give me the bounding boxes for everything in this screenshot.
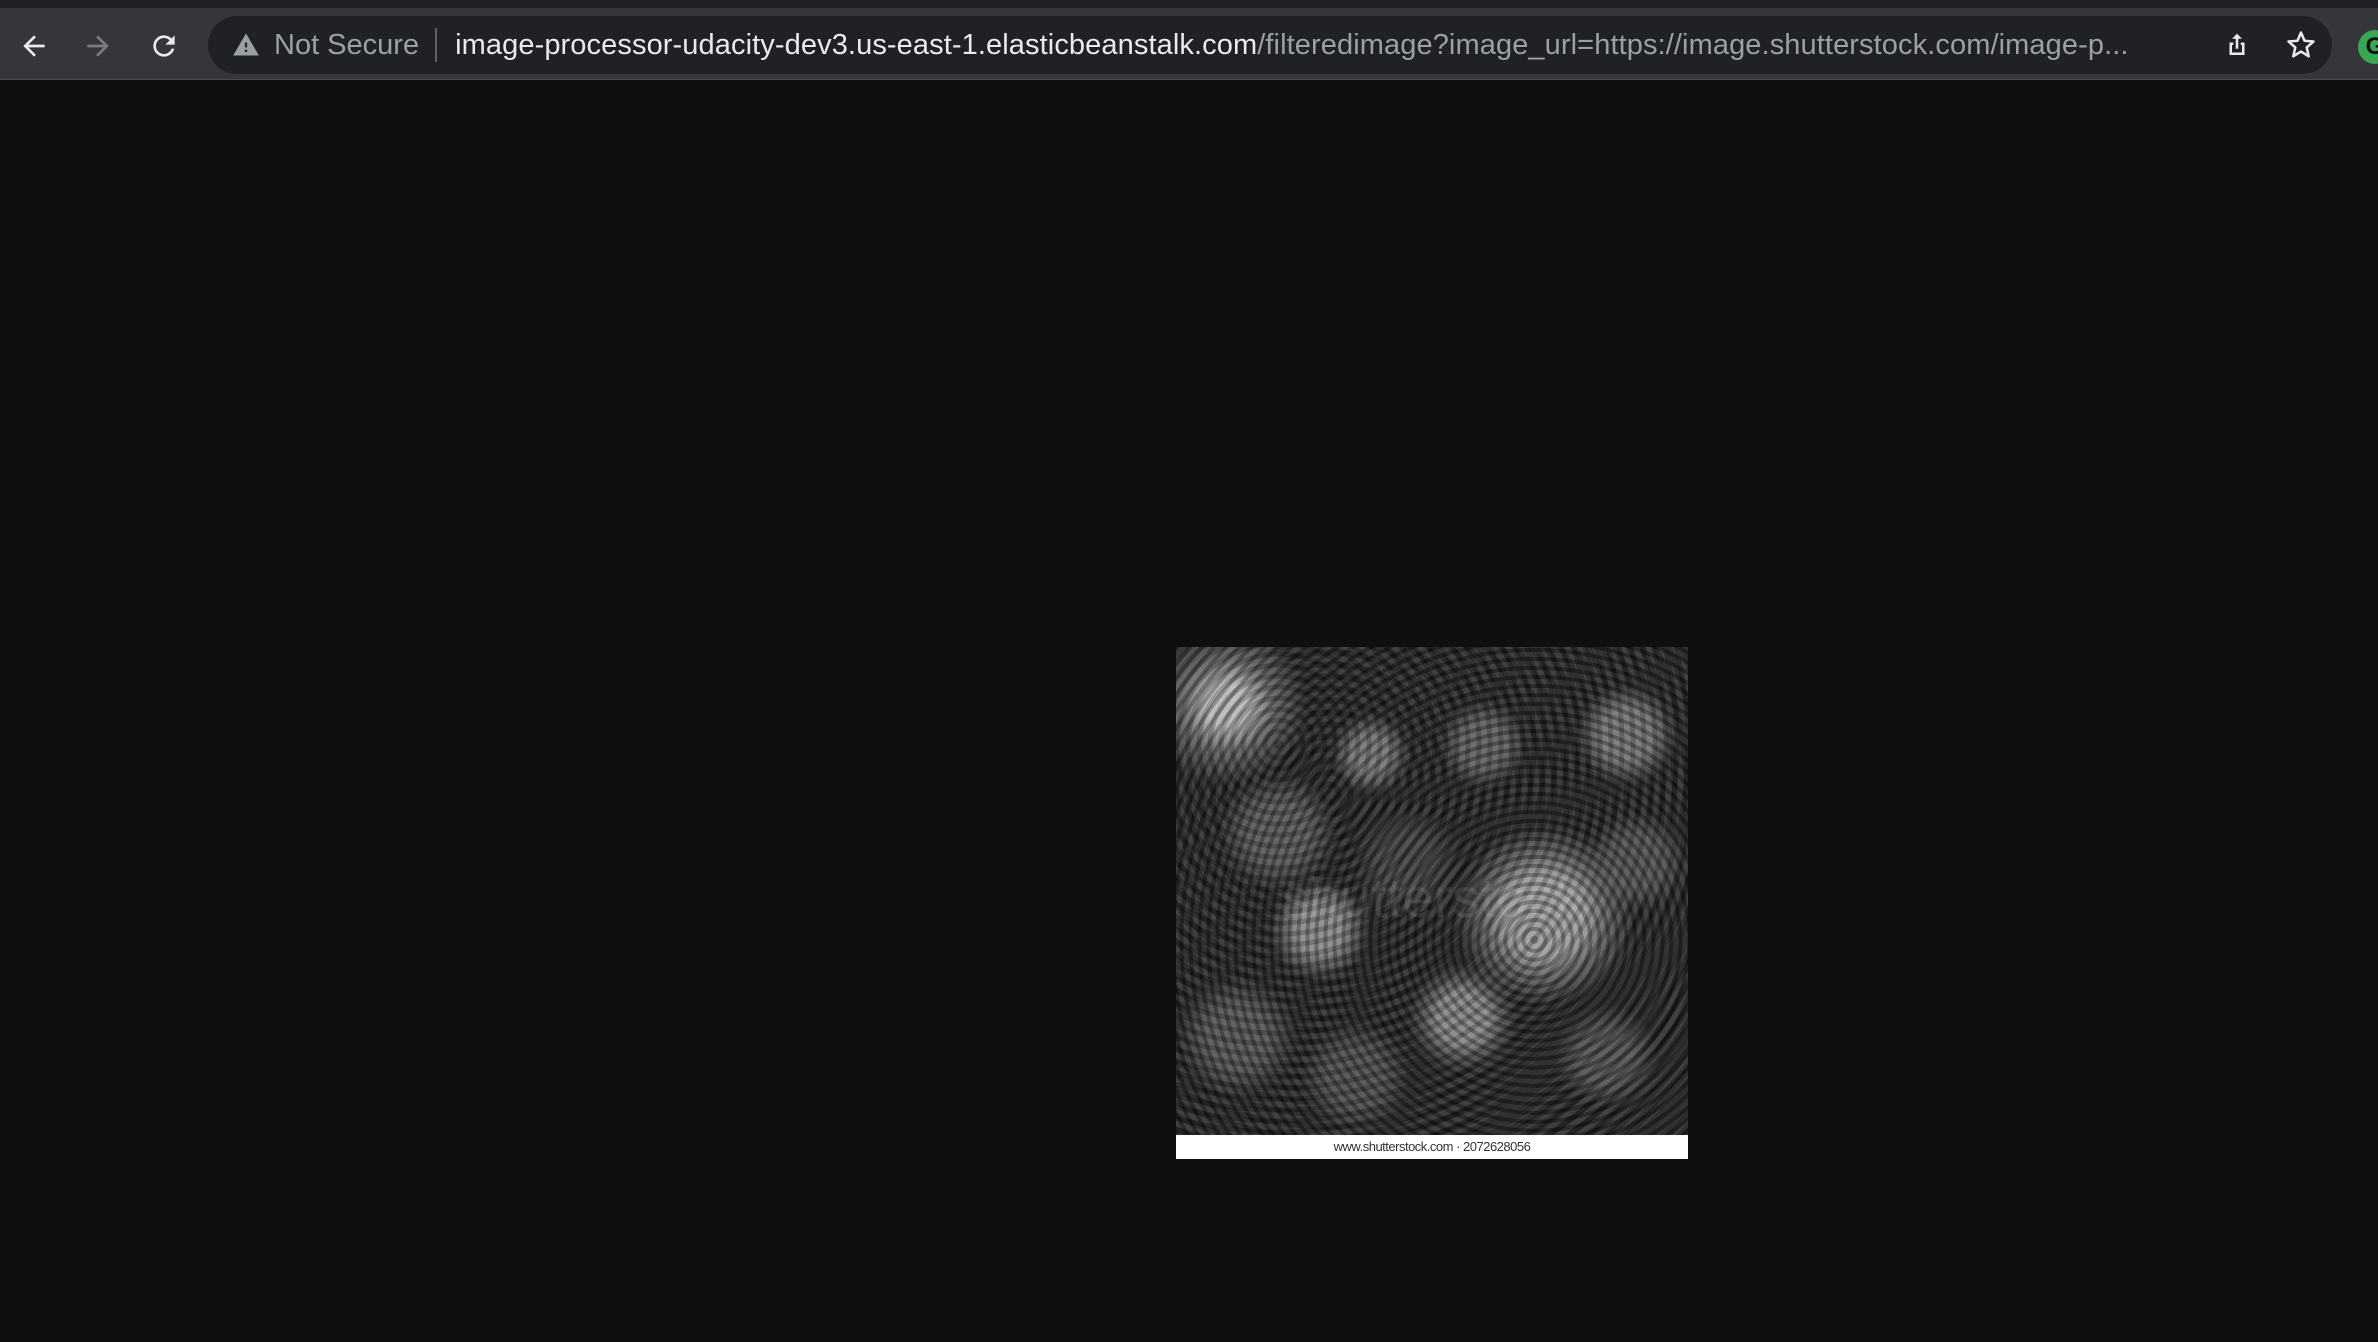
bookmark-star-icon[interactable] — [2284, 28, 2318, 62]
arrow-left-icon — [23, 35, 45, 57]
browser-toolbar: Not Secure image-processor-udacity-dev3.… — [0, 0, 2378, 80]
address-bar[interactable]: Not Secure image-processor-udacity-dev3.… — [208, 16, 2332, 74]
url-text[interactable]: image-processor-udacity-dev3.us-east-1.e… — [455, 29, 2185, 62]
extension-icon[interactable]: G — [2358, 30, 2378, 64]
image-watermark: shutterstock — [1281, 866, 1583, 929]
filtered-image: shutterstock www.shutterstock.com · 2072… — [1176, 647, 1688, 1159]
omnibox-divider — [435, 28, 438, 62]
forward-button[interactable] — [78, 26, 118, 66]
url-path: /filteredimage?image_url=https://image.s… — [1257, 28, 2129, 61]
url-host: image-processor-udacity-dev3.us-east-1.e… — [455, 28, 1258, 61]
reload-icon — [153, 35, 175, 57]
back-button[interactable] — [14, 26, 54, 66]
arrow-right-icon — [87, 35, 109, 57]
page-content: shutterstock www.shutterstock.com · 2072… — [0, 80, 2378, 1342]
security-indicator[interactable]: Not Secure — [274, 29, 419, 62]
image-caption: www.shutterstock.com · 2072628056 — [1176, 1135, 1688, 1159]
share-icon[interactable] — [2220, 28, 2254, 62]
warning-icon[interactable] — [232, 31, 260, 59]
reload-button[interactable] — [144, 26, 184, 66]
